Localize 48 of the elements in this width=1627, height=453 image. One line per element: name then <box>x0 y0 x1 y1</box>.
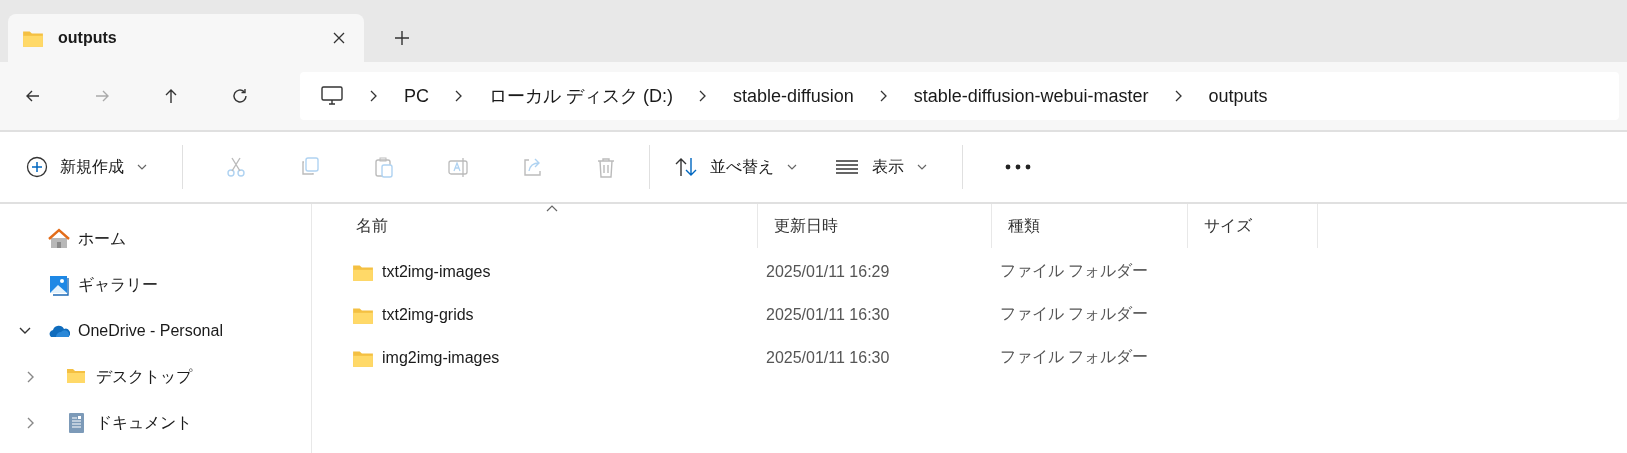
file-type: ファイル フォルダー <box>1000 304 1149 324</box>
breadcrumb[interactable]: stable-diffusion <box>733 85 854 107</box>
tab[interactable]: outputs <box>8 14 364 62</box>
breadcrumb[interactable]: ローカル ディスク (D:) <box>489 84 673 108</box>
view-button[interactable]: 表示 <box>826 148 936 186</box>
folder-icon <box>22 28 44 48</box>
navigation-item[interactable]: ドキュメント <box>0 400 311 446</box>
date-modified: 2025/01/11 16:30 <box>766 305 890 324</box>
scissors-icon <box>225 156 247 178</box>
refresh-icon[interactable] <box>231 87 249 105</box>
sort-ascending-icon <box>546 204 558 212</box>
chevron-icon <box>453 89 463 103</box>
new-button[interactable]: 新規作成 <box>18 148 156 186</box>
home-icon <box>48 228 70 250</box>
file-name[interactable]: txt2img-grids <box>382 305 474 324</box>
address-bar[interactable]: PC ローカル ディスク (D:) stable-diffusion stable-diffusion-webui-master outputs <box>300 72 1619 120</box>
breadcrumb[interactable]: PC <box>404 85 429 107</box>
list-icon <box>834 157 860 177</box>
date-modified: 2025/01/11 16:29 <box>766 262 890 281</box>
file-name[interactable]: txt2img-images <box>382 262 491 281</box>
file-type: ファイル フォルダー <box>1000 261 1149 281</box>
rename-icon <box>447 156 469 178</box>
new-tab-icon[interactable] <box>394 30 410 46</box>
column-header[interactable]: 更新日時 <box>758 204 992 248</box>
date-modified: 2025/01/11 16:30 <box>766 348 890 367</box>
gallery-icon <box>48 274 70 296</box>
breadcrumb[interactable]: outputs <box>1208 85 1268 107</box>
navigation-item[interactable]: ギャラリー <box>0 262 311 308</box>
navigation-item[interactable]: ホーム <box>0 216 311 262</box>
sort-button[interactable]: 並べ替え <box>666 148 806 186</box>
column-header[interactable]: サイズ <box>1188 204 1318 248</box>
plus-icon <box>26 156 48 178</box>
sort-icon <box>674 156 698 178</box>
copy-icon <box>299 156 321 178</box>
computer-icon <box>320 85 344 107</box>
file-name[interactable]: img2img-images <box>382 348 500 367</box>
column-header[interactable]: 名前 <box>340 204 758 248</box>
share-icon <box>521 156 543 178</box>
navigation-item[interactable]: デスクトップ <box>0 354 311 400</box>
column-header[interactable]: 種類 <box>992 204 1188 248</box>
more-icon <box>1005 164 1031 170</box>
chevron-icon <box>697 89 707 103</box>
clipboard-icon <box>373 156 395 178</box>
navigation-item[interactable]: OneDrive - Personal <box>0 308 311 354</box>
trash-icon <box>595 156 617 178</box>
breadcrumb[interactable]: stable-diffusion-webui-master <box>913 85 1149 107</box>
chevron-icon <box>368 89 378 103</box>
file-type: ファイル フォルダー <box>1000 347 1149 367</box>
